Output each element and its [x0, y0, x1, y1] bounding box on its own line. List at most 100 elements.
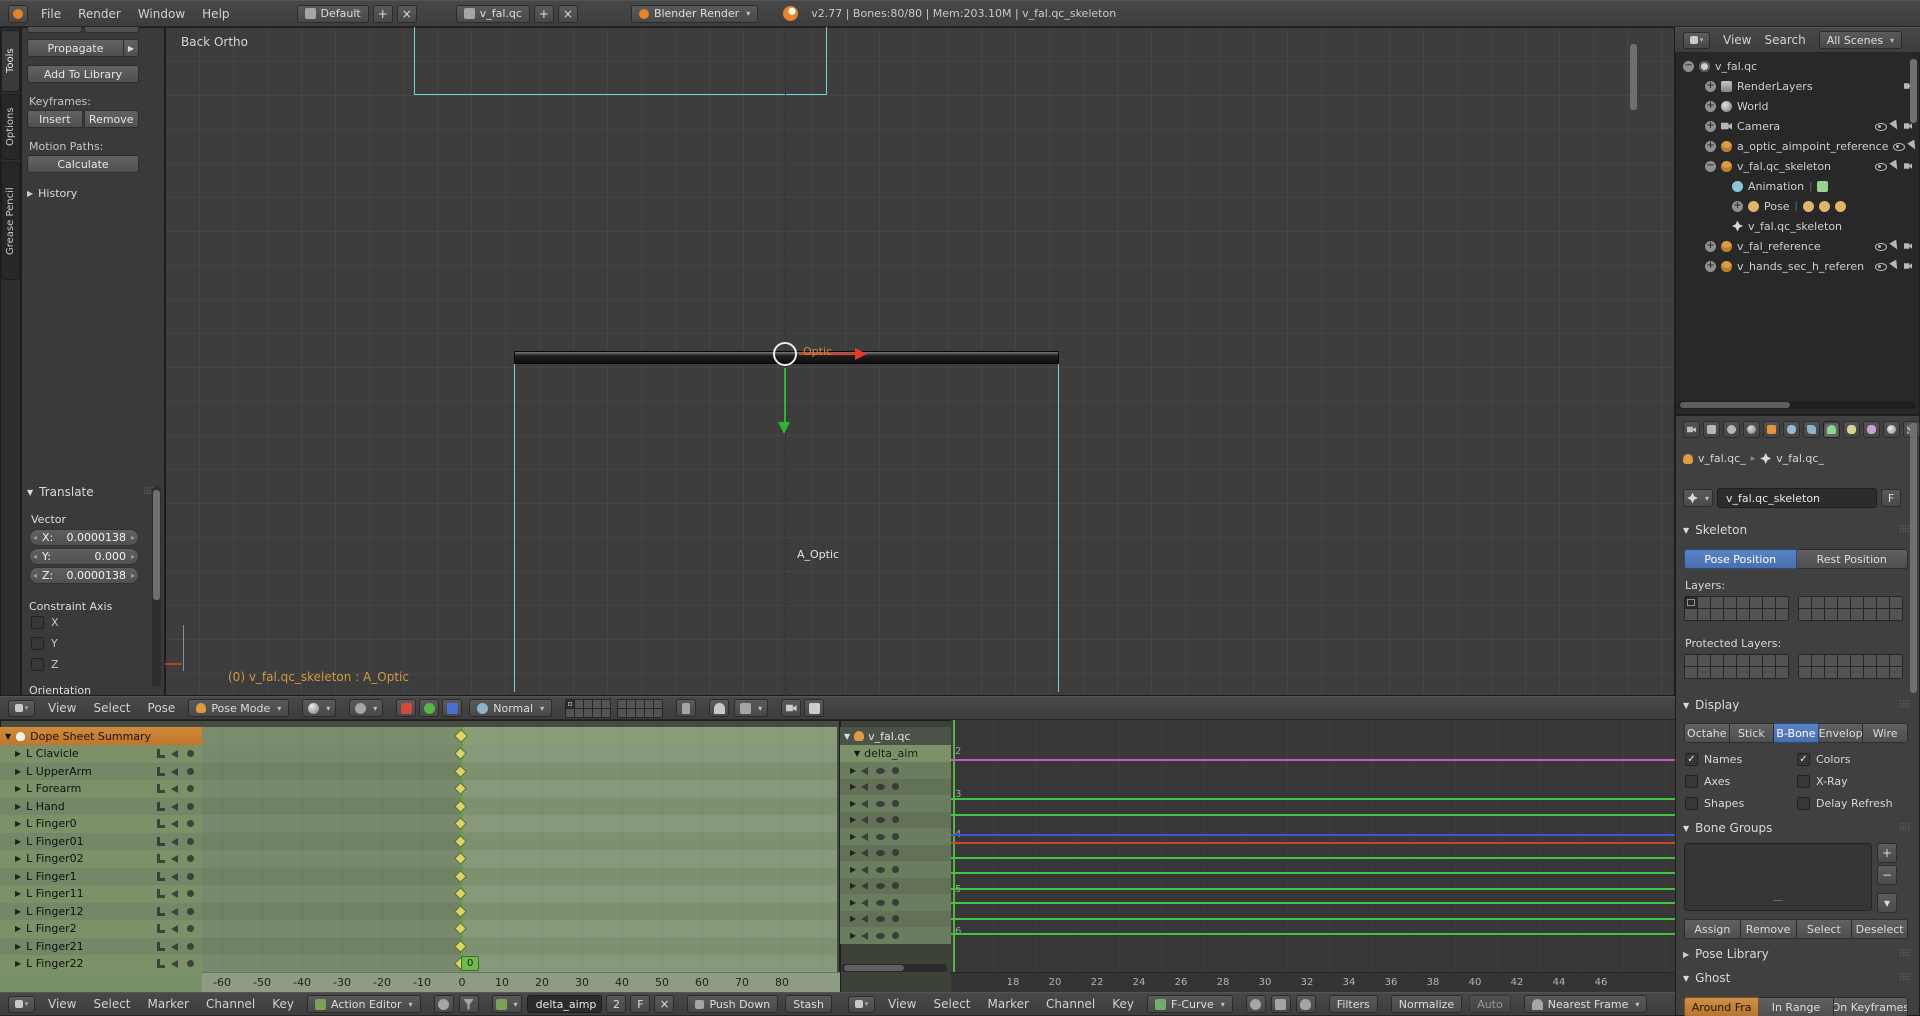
outliner-display-select[interactable]: All Scenes	[1818, 31, 1903, 49]
expand-icon[interactable]	[844, 732, 850, 741]
expand-icon[interactable]	[850, 815, 856, 824]
mute-icon[interactable]	[170, 871, 181, 882]
mute-icon[interactable]	[860, 765, 871, 776]
visibility-icon[interactable]	[875, 798, 886, 809]
fcurve-group-row[interactable]	[840, 861, 951, 878]
dope-channel-row[interactable]: L Finger1	[0, 867, 202, 885]
lock-icon[interactable]	[185, 836, 196, 847]
menu-item[interactable]: Window	[138, 7, 185, 21]
lock-icon[interactable]	[185, 888, 196, 899]
expand-icon[interactable]	[15, 889, 21, 898]
fcurve-line[interactable]	[951, 933, 1675, 935]
menu-item[interactable]: View	[888, 997, 916, 1011]
keyframe-row[interactable]	[202, 903, 837, 921]
expand-icon[interactable]	[850, 881, 856, 890]
history-panel-header[interactable]: History	[27, 187, 77, 200]
keyframe-row[interactable]	[202, 920, 837, 938]
dope-timeline-ruler[interactable]: -60 -50 -40 -30 -20 -10 0 10 20 30 40 50 60 70 80	[202, 972, 840, 992]
vector-field[interactable]: Y: 0.000	[29, 548, 139, 565]
transform-orientation-select[interactable]: Normal	[469, 699, 553, 717]
viewport-scrollbar[interactable]	[1630, 44, 1637, 110]
checkbox[interactable]	[1685, 797, 1698, 810]
layers-widget[interactable]	[565, 698, 664, 718]
fcurve-group-row[interactable]	[840, 877, 951, 894]
mute-icon[interactable]	[860, 880, 871, 891]
skeleton-panel-header[interactable]: Skeleton	[1683, 523, 1909, 537]
keyframe-diamond[interactable]	[454, 764, 467, 778]
expand-icon[interactable]	[15, 924, 21, 933]
bbone-button[interactable]: B-Bone	[1774, 723, 1819, 743]
dope-channel-row[interactable]: L Clavicle	[0, 745, 202, 763]
fake-user-button[interactable]: F	[630, 995, 651, 1013]
selectability-icon[interactable]	[1889, 161, 1899, 171]
modifier-icon[interactable]	[155, 836, 166, 847]
pose-library-panel-header[interactable]: Pose Library	[1683, 947, 1909, 961]
push-down-button[interactable]: Push Down	[687, 995, 779, 1013]
mute-icon[interactable]	[170, 941, 181, 952]
expand-icon[interactable]	[1705, 120, 1716, 132]
calculate-button[interactable]: Calculate	[27, 155, 139, 173]
viewport-3d[interactable]: Back Ortho Optic A_Optic (0) v_fal.qc_sk…	[165, 27, 1675, 696]
lock-icon[interactable]	[890, 831, 901, 842]
action-users-button[interactable]: 2	[606, 995, 627, 1013]
add-bone-group-button[interactable]: +	[1877, 843, 1897, 863]
mute-icon[interactable]	[170, 748, 181, 759]
expand-icon[interactable]	[15, 784, 21, 793]
editor-type-button[interactable]	[1683, 31, 1710, 49]
fake-user-button[interactable]: F	[1881, 489, 1901, 507]
outliner-row-animation[interactable]: Animation |	[1675, 176, 1920, 196]
outliner-row-armature-data[interactable]: v_fal.qc_skeleton	[1675, 216, 1920, 236]
visibility-icon[interactable]	[1893, 141, 1906, 151]
selectability-icon[interactable]	[1889, 261, 1899, 271]
modifier-icon[interactable]	[155, 941, 166, 952]
fcurve-group-row[interactable]	[840, 778, 951, 795]
menu-item[interactable]: View	[1723, 33, 1751, 47]
fcurve-group-row[interactable]	[840, 910, 951, 927]
fcurve-group-row[interactable]	[840, 811, 951, 828]
unlink-action-button[interactable]	[654, 995, 675, 1013]
layer-grid-b[interactable]	[617, 698, 664, 718]
properties-scrollbar[interactable]	[1910, 423, 1917, 693]
renderability-icon[interactable]	[1903, 241, 1913, 251]
dope-summary-row[interactable]: Dope Sheet Summary	[0, 727, 202, 745]
outliner-vscrollbar[interactable]	[1910, 59, 1917, 123]
select-button[interactable]: Select	[1796, 919, 1853, 939]
bone-groups-panel-header[interactable]: Bone Groups	[1683, 821, 1909, 835]
selectability-icon[interactable]	[1907, 141, 1917, 151]
lock-icon[interactable]	[890, 765, 901, 776]
expand-icon[interactable]	[1705, 100, 1716, 112]
lock-icon[interactable]	[185, 801, 196, 812]
pose-position-button[interactable]: Pose Position	[1684, 549, 1797, 569]
manipulator-z-axis[interactable]	[784, 368, 786, 422]
dope-channel-row[interactable]: L Finger2	[0, 920, 202, 938]
keyframe-diamond[interactable]	[454, 922, 467, 935]
keyframe-row[interactable]	[202, 868, 837, 886]
rest-position-button[interactable]: Rest Position	[1796, 549, 1908, 569]
expand-icon[interactable]	[15, 802, 21, 811]
editor-mode-select[interactable]: Action Editor	[307, 995, 421, 1013]
keyframe-diamond[interactable]	[454, 782, 467, 795]
visibility-icon[interactable]	[875, 864, 886, 875]
visibility-icon[interactable]	[875, 847, 886, 858]
vector-field[interactable]: Z: 0.0000138	[29, 567, 139, 584]
selectability-icon[interactable]	[1889, 241, 1899, 251]
delay-refresh-checkbox-row[interactable]: Delay Refresh	[1797, 797, 1893, 810]
colors-checkbox-row[interactable]: Colors	[1797, 753, 1850, 766]
graph-mode-select[interactable]: F-Curve	[1147, 995, 1233, 1013]
modifier-icon[interactable]	[155, 958, 166, 969]
keyframe-diamond[interactable]	[454, 904, 467, 918]
menu-item[interactable]: Marker	[988, 997, 1029, 1011]
modifier-icon[interactable]	[155, 923, 166, 934]
outliner-row-world[interactable]: World	[1675, 96, 1920, 116]
mute-icon[interactable]	[860, 864, 871, 875]
current-frame-badge[interactable]: 0	[461, 956, 480, 971]
lock-icon[interactable]	[890, 913, 901, 924]
menu-item[interactable]: Render	[78, 7, 121, 21]
visibility-icon[interactable]	[875, 781, 886, 792]
menu-item[interactable]: Select	[933, 997, 970, 1011]
lock-to-scene-button[interactable]	[676, 699, 697, 717]
outliner-row-aimpoint[interactable]: a_optic_aimpoint_reference	[1675, 136, 1920, 156]
protected-grid-left[interactable]	[1684, 654, 1789, 679]
remove-button[interactable]: Remove	[1740, 919, 1797, 939]
keyframe-row[interactable]	[202, 815, 837, 833]
